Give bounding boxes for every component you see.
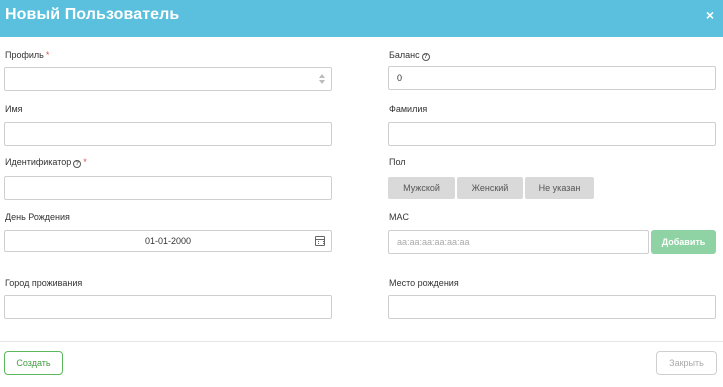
- first-name-input[interactable]: [4, 122, 332, 146]
- last-name-input[interactable]: [388, 122, 716, 146]
- mac-placeholder: aa:aa:aa:aa:aa:aa: [397, 237, 470, 247]
- identifier-input[interactable]: [4, 176, 332, 200]
- identifier-label: Идентификатор? *: [5, 157, 87, 168]
- profile-select[interactable]: [4, 67, 332, 91]
- birthday-label: День Рождения: [5, 212, 70, 222]
- city-label: Город проживания: [5, 278, 83, 288]
- help-circle-icon[interactable]: ?: [73, 160, 82, 168]
- modal-header: Новый Пользователь ×: [0, 0, 723, 37]
- birthplace-label: Место рождения: [389, 278, 459, 288]
- profile-label: Профиль *: [5, 50, 49, 60]
- gender-option-unspecified[interactable]: Не указан: [525, 177, 594, 199]
- mac-input[interactable]: aa:aa:aa:aa:aa:aa: [388, 230, 649, 254]
- last-name-label: Фамилия: [389, 104, 428, 114]
- help-circle-icon[interactable]: ?: [421, 53, 430, 61]
- add-mac-button[interactable]: Добавить: [651, 230, 716, 254]
- gender-label: Пол: [389, 157, 406, 167]
- city-input[interactable]: [4, 295, 332, 319]
- gender-option-female[interactable]: Женский: [457, 177, 523, 199]
- identifier-label-text: Идентификатор: [5, 157, 72, 167]
- new-user-modal: Новый Пользователь × Профиль * Баланс? 0 …: [0, 0, 723, 387]
- close-icon[interactable]: ×: [706, 8, 714, 22]
- balance-label: Баланс?: [389, 50, 430, 61]
- balance-value: 0: [397, 73, 403, 83]
- birthday-input[interactable]: 01-01-2000: [4, 230, 332, 252]
- mac-label: MAC: [389, 212, 409, 222]
- select-arrows-icon: [319, 73, 325, 85]
- create-button[interactable]: Создать: [4, 351, 63, 375]
- close-button[interactable]: Закрыть: [656, 351, 717, 375]
- calendar-icon[interactable]: [315, 236, 325, 246]
- birthplace-input[interactable]: [388, 295, 716, 319]
- footer-divider: [0, 341, 723, 342]
- birthday-value: 01-01-2000: [144, 236, 192, 246]
- required-marker: *: [83, 157, 87, 167]
- profile-label-text: Профиль: [5, 50, 44, 60]
- gender-option-male[interactable]: Мужской: [388, 177, 455, 199]
- balance-label-text: Баланс: [389, 50, 420, 60]
- first-name-label: Имя: [5, 104, 23, 114]
- modal-title: Новый Пользователь: [5, 6, 180, 23]
- required-marker: *: [45, 50, 50, 60]
- balance-input[interactable]: 0: [388, 66, 716, 90]
